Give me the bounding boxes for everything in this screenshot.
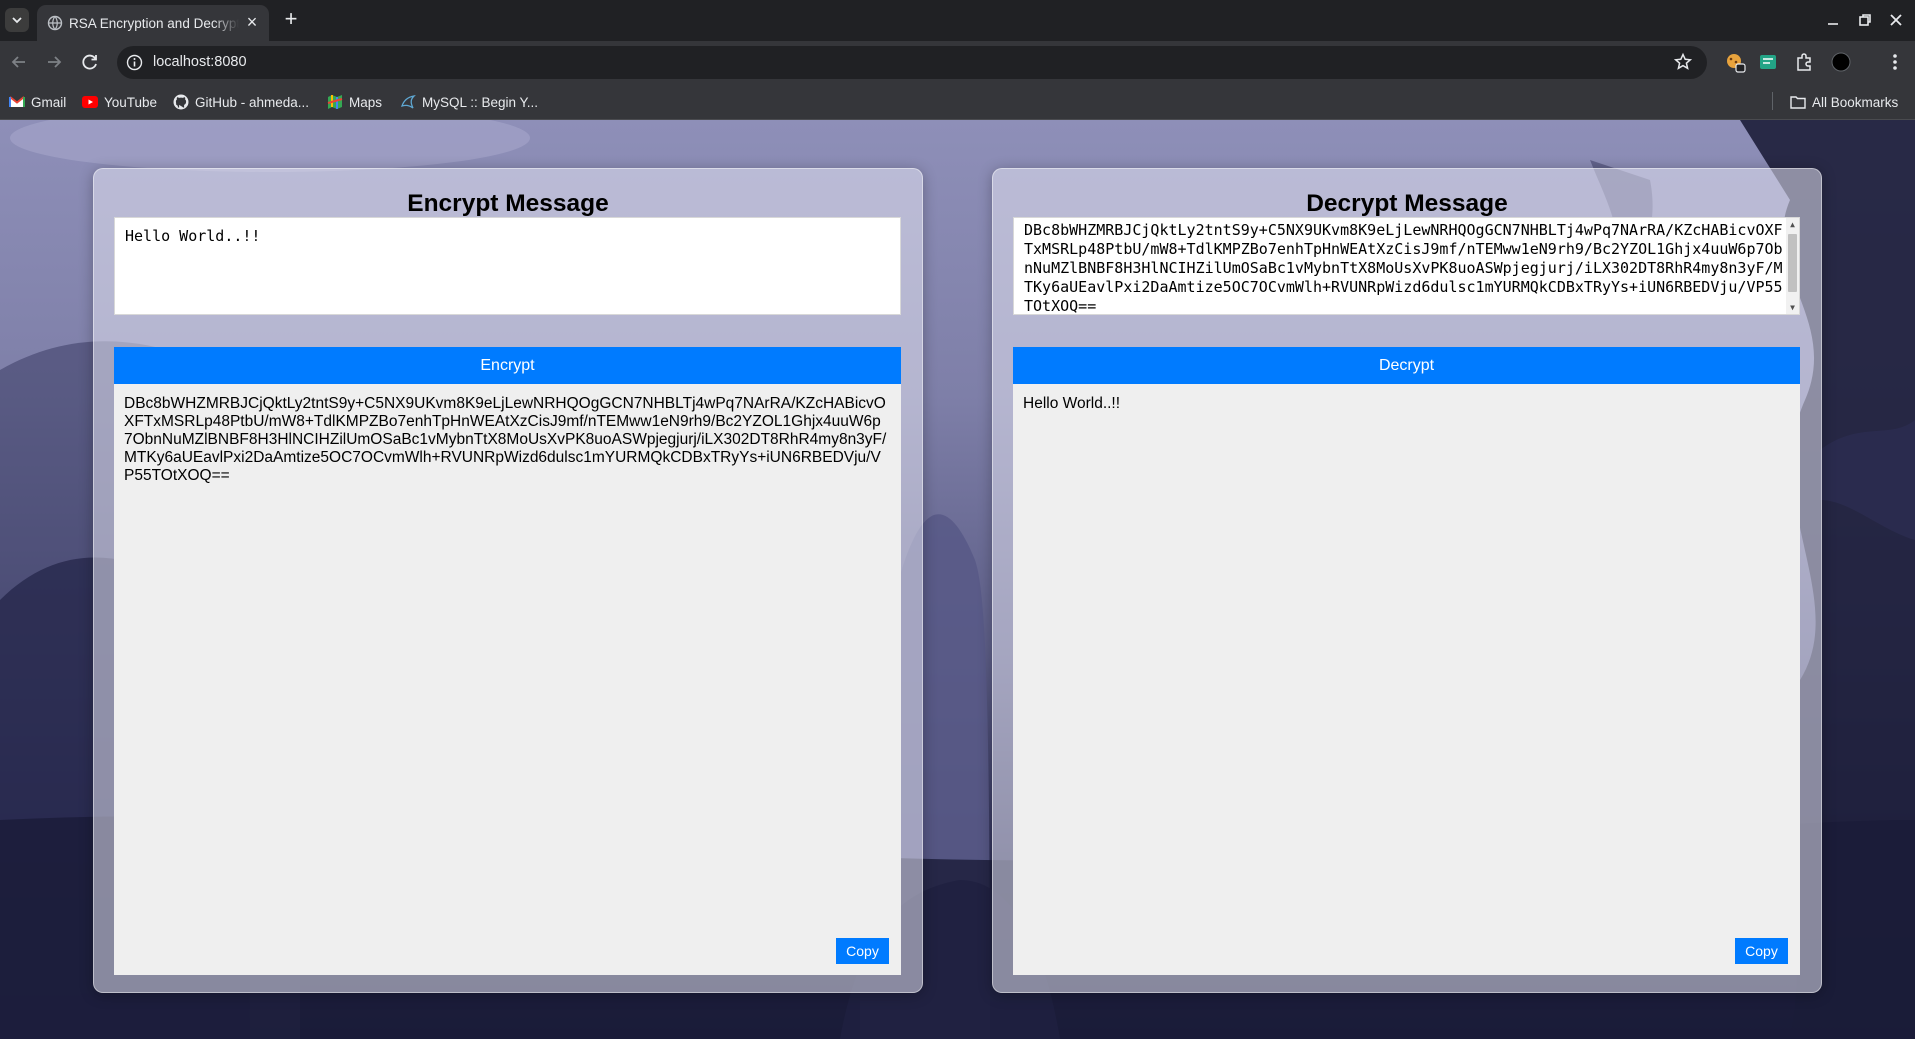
scroll-down-arrow-icon[interactable]: ▼: [1786, 301, 1799, 314]
encrypt-panel: Encrypt Message Hello World..!! Encrypt …: [93, 168, 923, 993]
mysql-icon: [401, 95, 416, 109]
bookmark-mysql[interactable]: MySQL :: Begin Y...: [400, 92, 538, 112]
active-tab[interactable]: RSA Encryption and Decryption ×: [37, 5, 269, 41]
site-info-icon[interactable]: [126, 54, 143, 71]
decrypt-button[interactable]: Decrypt: [1013, 347, 1800, 384]
tab-title: RSA Encryption and Decryption: [69, 16, 239, 31]
all-bookmarks-label: All Bookmarks: [1812, 94, 1899, 110]
back-arrow-icon[interactable]: [7, 50, 31, 74]
window-close-icon[interactable]: [1886, 10, 1906, 30]
scroll-thumb[interactable]: [1788, 234, 1797, 292]
url-text: localhost:8080: [153, 54, 247, 70]
copy-decrypted-button[interactable]: Copy: [1735, 938, 1788, 964]
scroll-up-arrow-icon[interactable]: ▲: [1786, 218, 1799, 231]
minimize-icon[interactable]: [1823, 10, 1843, 30]
page-viewport: Encrypt Message Hello World..!! Encrypt …: [0, 120, 1915, 1039]
folder-icon: [1790, 96, 1806, 109]
decrypt-input-scrollbar[interactable]: ▲ ▼: [1786, 218, 1799, 314]
bookmark-maps[interactable]: Maps: [327, 92, 382, 112]
bookmark-youtube[interactable]: YouTube: [82, 92, 157, 112]
bookmarks-bar: Gmail YouTube GitHub - ahmeda... Maps My…: [0, 83, 1915, 120]
tab-search-button[interactable]: [5, 8, 29, 32]
all-bookmarks-button[interactable]: All Bookmarks: [1790, 92, 1898, 112]
bookmark-gmail[interactable]: Gmail: [9, 92, 66, 112]
profile-avatar-icon[interactable]: [1830, 51, 1852, 73]
decrypt-message-input[interactable]: DBc8bWHZMRBJCjQktLy2tntS9y+C5NX9UKvm8K9e…: [1013, 217, 1800, 315]
decrypt-title: Decrypt Message: [1306, 190, 1508, 217]
tab-close-icon[interactable]: ×: [242, 13, 262, 33]
decrypted-output: Hello World..!! Copy: [1013, 384, 1800, 975]
browser-toolbar: localhost:8080: [0, 41, 1915, 83]
forward-arrow-icon[interactable]: [42, 50, 66, 74]
decrypt-input-text: DBc8bWHZMRBJCjQktLy2tntS9y+C5NX9UKvm8K9e…: [1024, 221, 1783, 315]
chevron-down-icon: [12, 17, 22, 24]
gmail-icon: [9, 96, 25, 107]
bookmark-label: YouTube: [104, 94, 158, 110]
encrypt-message-input[interactable]: Hello World..!!: [114, 217, 901, 315]
bookmark-label: GitHub - ahmeda...: [195, 94, 310, 110]
encrypted-output-text: DBc8bWHZMRBJCjQktLy2tntS9y+C5NX9UKvm8K9e…: [124, 395, 887, 484]
menu-kebab-icon[interactable]: [1884, 51, 1906, 73]
extension-mail-icon[interactable]: [1757, 51, 1779, 73]
bookmark-label: Maps: [349, 94, 383, 110]
encrypted-output: DBc8bWHZMRBJCjQktLy2tntS9y+C5NX9UKvm8K9e…: [114, 384, 901, 975]
bookmark-github[interactable]: GitHub - ahmeda...: [173, 92, 309, 112]
bookmark-label: MySQL :: Begin Y...: [422, 94, 539, 110]
reload-icon[interactable]: [78, 50, 102, 74]
youtube-icon: [82, 96, 98, 108]
maps-icon: [327, 95, 343, 109]
copy-encrypted-button[interactable]: Copy: [836, 938, 889, 964]
address-bar[interactable]: localhost:8080: [117, 46, 1707, 79]
github-icon: [173, 94, 189, 110]
new-tab-plus-icon[interactable]: +: [279, 7, 303, 33]
extensions-puzzle-icon[interactable]: [1793, 51, 1815, 73]
encrypt-title: Encrypt Message: [407, 190, 609, 217]
globe-icon: [47, 15, 63, 31]
encrypt-input-text: Hello World..!!: [125, 227, 261, 245]
bookmarks-divider: [1772, 92, 1773, 110]
tab-strip: RSA Encryption and Decryption × +: [0, 0, 1915, 41]
bookmark-label: Gmail: [31, 94, 67, 110]
restore-icon[interactable]: [1855, 10, 1875, 30]
bookmark-star-icon[interactable]: [1673, 52, 1693, 72]
encrypt-button[interactable]: Encrypt: [114, 347, 901, 384]
decrypt-panel: Decrypt Message DBc8bWHZMRBJCjQktLy2tntS…: [992, 168, 1822, 993]
decrypted-output-text: Hello World..!!: [1023, 395, 1121, 412]
extension-cookie-icon[interactable]: [1724, 51, 1746, 73]
